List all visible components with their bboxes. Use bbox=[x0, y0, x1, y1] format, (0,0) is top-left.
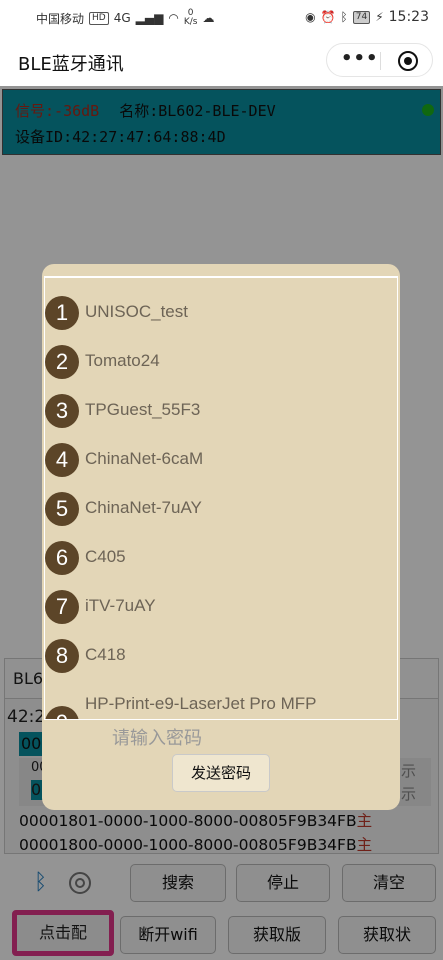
wifi-list-item[interactable]: 5 ChinaNet-7uAY bbox=[45, 492, 397, 532]
signal-bars-icon: ▂▄▆ bbox=[135, 11, 164, 25]
miniprogram-capsule: ••• bbox=[326, 43, 433, 77]
speed-indicator: 0 K/s bbox=[184, 9, 198, 27]
wifi-index-badge: 5 bbox=[45, 492, 79, 526]
wifi-list-item[interactable]: 2 Tomato24 bbox=[45, 345, 397, 385]
wifi-ssid: ChinaNet-7uAY bbox=[85, 498, 202, 517]
wifi-index-badge: 4 bbox=[45, 443, 79, 477]
wechat-icon: ☁ bbox=[202, 11, 215, 25]
eye-icon: ◉ bbox=[305, 10, 316, 24]
network-label: 4G bbox=[113, 11, 131, 25]
wifi-ssid: Tomato24 bbox=[85, 351, 160, 370]
hd-badge: HD bbox=[89, 11, 109, 25]
wifi-ssid: iTV-7uAY bbox=[85, 596, 156, 615]
wifi-list-item[interactable]: 6 C405 bbox=[45, 541, 397, 581]
wifi-list-item[interactable]: 9 HP-Print-e9-LaserJet Pro MFP bbox=[45, 688, 397, 719]
status-left: 中国移动 HD 4G ▂▄▆ ◠ 0 K/s ☁ bbox=[36, 9, 214, 27]
wifi-index-badge: 8 bbox=[45, 639, 79, 673]
carrier-label: 中国移动 bbox=[36, 11, 85, 26]
charging-icon: ⚡ bbox=[375, 10, 384, 24]
wifi-index-badge: 7 bbox=[45, 590, 79, 624]
status-right: ◉ ⏰ ᛒ 74 ⚡ 15:23 bbox=[305, 9, 429, 25]
wifi-ssid: HP-Print-e9-LaserJet Pro MFP bbox=[85, 694, 317, 713]
wifi-list-item[interactable]: 3 TPGuest_55F3 bbox=[45, 394, 397, 434]
battery-level: 74 bbox=[352, 10, 371, 24]
wifi-index-badge: 6 bbox=[45, 541, 79, 575]
wifi-index-badge: 9 bbox=[45, 706, 79, 719]
wifi-list-item[interactable]: 1 UNISOC_test bbox=[45, 296, 397, 336]
wifi-index-badge: 3 bbox=[45, 394, 79, 428]
send-password-button[interactable]: 发送密码 bbox=[172, 754, 270, 792]
speed-unit: K/s bbox=[183, 17, 198, 27]
wifi-ssid: TPGuest_55F3 bbox=[85, 400, 201, 419]
wifi-list-item[interactable]: 4 ChinaNet-6caM bbox=[45, 443, 397, 483]
wifi-list-item[interactable]: 7 iTV-7uAY bbox=[45, 590, 397, 630]
wifi-list-item[interactable]: 8 C418 bbox=[45, 639, 397, 679]
alarm-icon: ⏰ bbox=[320, 10, 336, 24]
wifi-ssid: C418 bbox=[85, 645, 126, 664]
wifi-ssid: UNISOC_test bbox=[85, 302, 188, 321]
bluetooth-status-icon: ᛒ bbox=[340, 10, 348, 24]
wifi-ssid: ChinaNet-6caM bbox=[85, 449, 204, 468]
page-title: BLE蓝牙通讯 bbox=[18, 54, 124, 75]
wifi-config-modal: 1 UNISOC_test 2 Tomato24 3 TPGuest_55F3 … bbox=[42, 264, 400, 810]
password-input[interactable]: 请输入密码 bbox=[112, 724, 202, 750]
wifi-index-badge: 2 bbox=[45, 345, 79, 379]
wifi-ssid: C405 bbox=[85, 547, 126, 566]
capsule-divider bbox=[380, 52, 381, 70]
close-miniprogram-icon[interactable] bbox=[398, 51, 418, 71]
clock-time: 15:23 bbox=[388, 9, 429, 25]
more-menu-icon[interactable]: ••• bbox=[341, 49, 379, 69]
wifi-list[interactable]: 1 UNISOC_test 2 Tomato24 3 TPGuest_55F3 … bbox=[44, 276, 398, 720]
wifi-index-badge: 1 bbox=[45, 296, 79, 330]
status-bar: 中国移动 HD 4G ▂▄▆ ◠ 0 K/s ☁ ◉ ⏰ ᛒ 74 ⚡ 15:2… bbox=[0, 0, 443, 36]
wifi-icon: ◠ bbox=[168, 11, 179, 25]
